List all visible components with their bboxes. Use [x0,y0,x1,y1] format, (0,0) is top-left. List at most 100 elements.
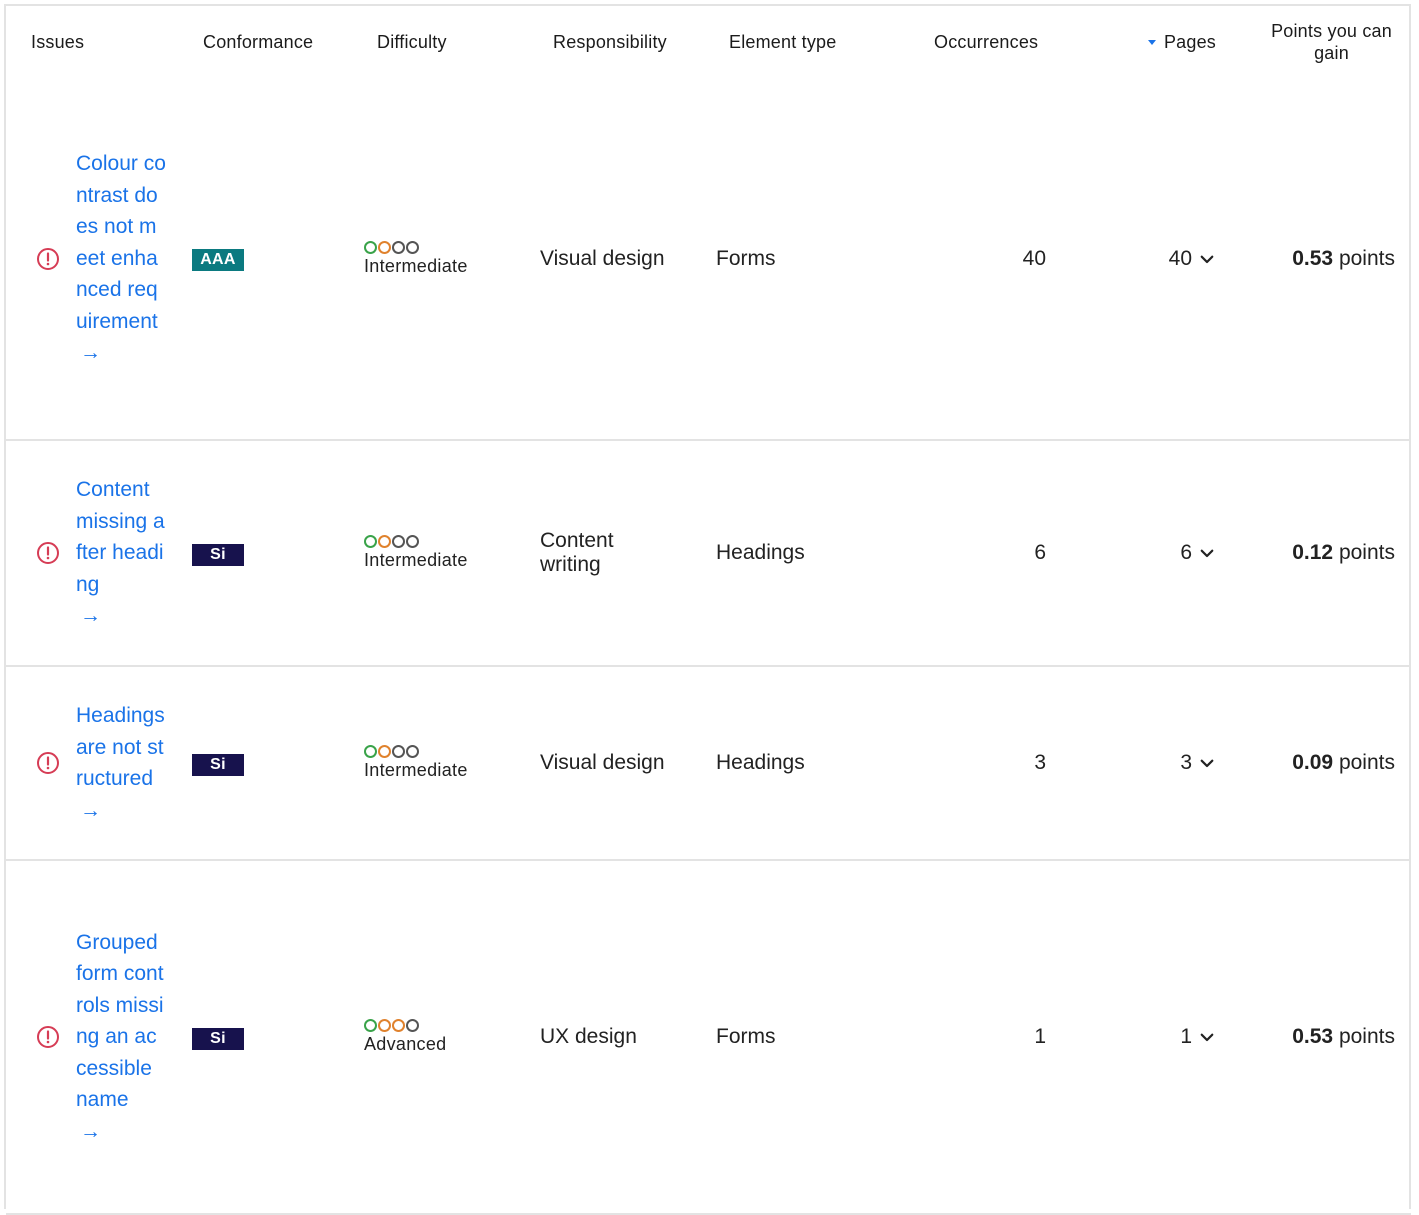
header-difficulty[interactable]: Difficulty [352,6,528,78]
points-cell: 0.53 points [1232,860,1411,1215]
alert-circle-icon [37,542,59,564]
responsibility-cell: UX design [528,860,704,1215]
pages-cell: 1 [1056,860,1232,1215]
difficulty-dot-icon [392,1019,405,1032]
element-type-label: Headings [716,751,805,774]
table-row: Colour contrast does not meet enhanced r… [6,78,1411,441]
header-conformance[interactable]: Conformance [178,6,352,78]
header-points[interactable]: Points you can gain [1232,6,1411,78]
points-cell: 0.09 points [1232,666,1411,861]
difficulty-dot-icon [364,745,377,758]
difficulty-cell: Intermediate [352,440,528,667]
chevron-down-icon [1200,549,1214,558]
difficulty-dot-icon [364,1019,377,1032]
pages-toggle[interactable]: 1 [1056,1025,1232,1049]
occurrences-value: 1 [1034,1025,1046,1048]
occurrences-value: 6 [1034,541,1046,564]
difficulty-label: Intermediate [364,760,468,780]
chevron-down-icon [1200,255,1214,263]
difficulty-cell: Intermediate [352,78,528,441]
element-type-cell: Forms [704,860,880,1215]
header-responsibility[interactable]: Responsibility [528,6,704,78]
issue-wrapper: Content missing after heading → [6,474,178,632]
issue-cell: Content missing after heading → [6,440,178,667]
conformance-cell: Si [178,860,352,1215]
conformance-badge: Si [192,753,244,776]
issue-link[interactable]: Grouped form controls missing an accessi… [76,927,166,1148]
difficulty-cell: Advanced [352,860,528,1215]
issue-wrapper: Grouped form controls missing an accessi… [6,927,178,1148]
issue-title: Colour contrast does not meet enhanced r… [76,152,166,333]
pages-cell: 6 [1056,440,1232,667]
pages-toggle[interactable]: 3 [1056,751,1232,775]
issue-wrapper: Headings are not structured → [6,700,178,826]
issue-title: Content missing after heading [76,478,165,596]
responsibility-label: Visual design [540,751,665,774]
difficulty-label: Intermediate [364,550,468,570]
header-pages[interactable]: Pages [1056,6,1232,78]
element-type-cell: Forms [704,78,880,441]
points-suffix: points [1338,246,1395,270]
table-row: Headings are not structured → Si Intermedia… [6,666,1411,861]
issue-title: Grouped form controls missing an accessi… [76,930,164,1112]
conformance-cell: AAA [178,78,352,441]
difficulty-dots [364,535,528,548]
issue-cell: Grouped form controls missing an accessi… [6,860,178,1215]
issue-wrapper: Colour contrast does not meet enhanced r… [6,148,178,369]
difficulty-dot-icon [406,745,419,758]
alert-circle-icon [37,1026,59,1048]
header-issues[interactable]: Issues [6,6,178,78]
difficulty-dot-icon [406,535,419,548]
conformance-badge: AAA [192,249,244,271]
table-row: Content missing after heading → Si Intermed… [6,440,1411,667]
occurrences-cell: 3 [880,666,1056,861]
pages-value: 40 [1168,246,1192,270]
element-type-label: Forms [716,246,776,270]
difficulty-dot-icon [392,240,405,254]
points-value: 0.09 [1292,751,1334,774]
points-value: 0.53 [1292,1025,1334,1048]
occurrences-value: 3 [1034,751,1046,774]
pages-toggle[interactable]: 6 [1056,541,1232,565]
responsibility-label: Visual design [540,246,665,270]
arrow-icon: → [80,1119,101,1143]
occurrences-cell: 6 [880,440,1056,667]
difficulty-dots [364,1019,528,1032]
occurrences-value: 40 [1022,246,1046,270]
points-suffix: points [1338,1025,1395,1048]
difficulty-dot-icon [364,535,377,548]
difficulty-dots [364,240,528,254]
conformance-badge: Si [192,543,244,566]
sort-desc-icon [1147,40,1156,46]
conformance-cell: Si [178,666,352,861]
responsibility-cell: Visual design [528,78,704,441]
points-value: 0.12 [1292,541,1334,564]
header-pages-label: Pages [1163,31,1216,52]
header-element-type[interactable]: Element type [704,6,880,78]
difficulty-dot-icon [378,1019,391,1032]
issue-link[interactable]: Headings are not structured → [76,700,166,826]
points-suffix: points [1338,751,1395,774]
points-cell: 0.53 points [1232,78,1411,441]
difficulty-dot-icon [392,535,405,548]
pages-toggle[interactable]: 40 [1056,247,1232,271]
issue-link[interactable]: Content missing after heading → [76,474,166,632]
element-type-cell: Headings [704,440,880,667]
table-header-row: Issues Conformance Difficulty Responsibi… [6,6,1411,78]
difficulty-label: Advanced [364,1034,447,1054]
issue-link[interactable]: Colour contrast does not meet enhanced r… [76,148,166,369]
occurrences-cell: 40 [880,78,1056,441]
difficulty-dot-icon [392,745,405,758]
conformance-cell: Si [178,440,352,667]
difficulty-label: Intermediate [364,255,468,276]
points-value: 0.53 [1292,246,1334,270]
difficulty-cell: Intermediate [352,666,528,861]
difficulty-dot-icon [406,240,419,254]
difficulty-dot-icon [378,535,391,548]
points-cell: 0.12 points [1232,440,1411,667]
issue-title: Headings are not structured [76,704,165,790]
difficulty-dot-icon [364,240,377,254]
header-occurrences[interactable]: Occurrences [880,6,1056,78]
difficulty-dot-icon [378,745,391,758]
occurrences-cell: 1 [880,860,1056,1215]
